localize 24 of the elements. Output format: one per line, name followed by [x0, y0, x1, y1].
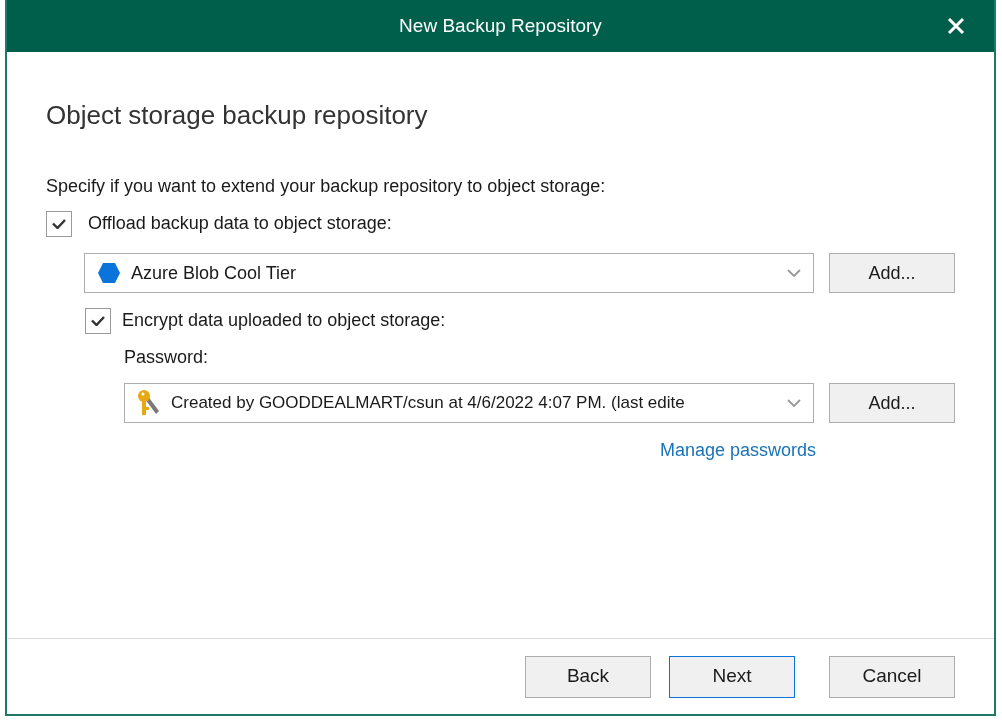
checkmark-icon [52, 218, 66, 229]
page-heading: Object storage backup repository [46, 99, 429, 132]
dialog-button[interactable]: Next [669, 655, 795, 698]
chevron-down-icon [787, 269, 802, 277]
repository-dropdown[interactable]: Azure Blob Cool Tier [84, 253, 815, 293]
checkbox-label: Offload backup data to object storage: [88, 212, 392, 235]
password-label: Password: [124, 346, 210, 369]
manage-passwords-link[interactable]: Manage passwords [659, 437, 816, 464]
hexagon-icon [97, 262, 121, 284]
dialog-button[interactable]: Cancel [829, 655, 955, 698]
chevron-down-icon [787, 399, 802, 407]
instruction-text: Specify if you want to extend your backup repository to object storage: [46, 175, 607, 198]
dropdown-value: Azure Blob Cool Tier [131, 261, 298, 285]
password-dropdown[interactable]: Created by GOODDEALMART/csun at 4/6/2022 4:07 PM. (last edite [124, 383, 815, 423]
dialog-button[interactable]: Back [525, 655, 651, 698]
add-button[interactable]: Add... [829, 383, 955, 423]
checkbox[interactable] [46, 210, 72, 237]
checkbox-label: Encrypt data uploaded to object storage: [122, 309, 446, 332]
add-button[interactable]: Add... [829, 253, 955, 293]
close-icon [947, 17, 965, 35]
dropdown-value: Created by GOODDEALMART/csun at 4/6/2022 4:07 PM. (last edite [171, 392, 686, 415]
window-title: New Backup Repository [399, 13, 602, 38]
checkbox[interactable] [85, 307, 111, 334]
checkmark-icon [91, 315, 105, 326]
